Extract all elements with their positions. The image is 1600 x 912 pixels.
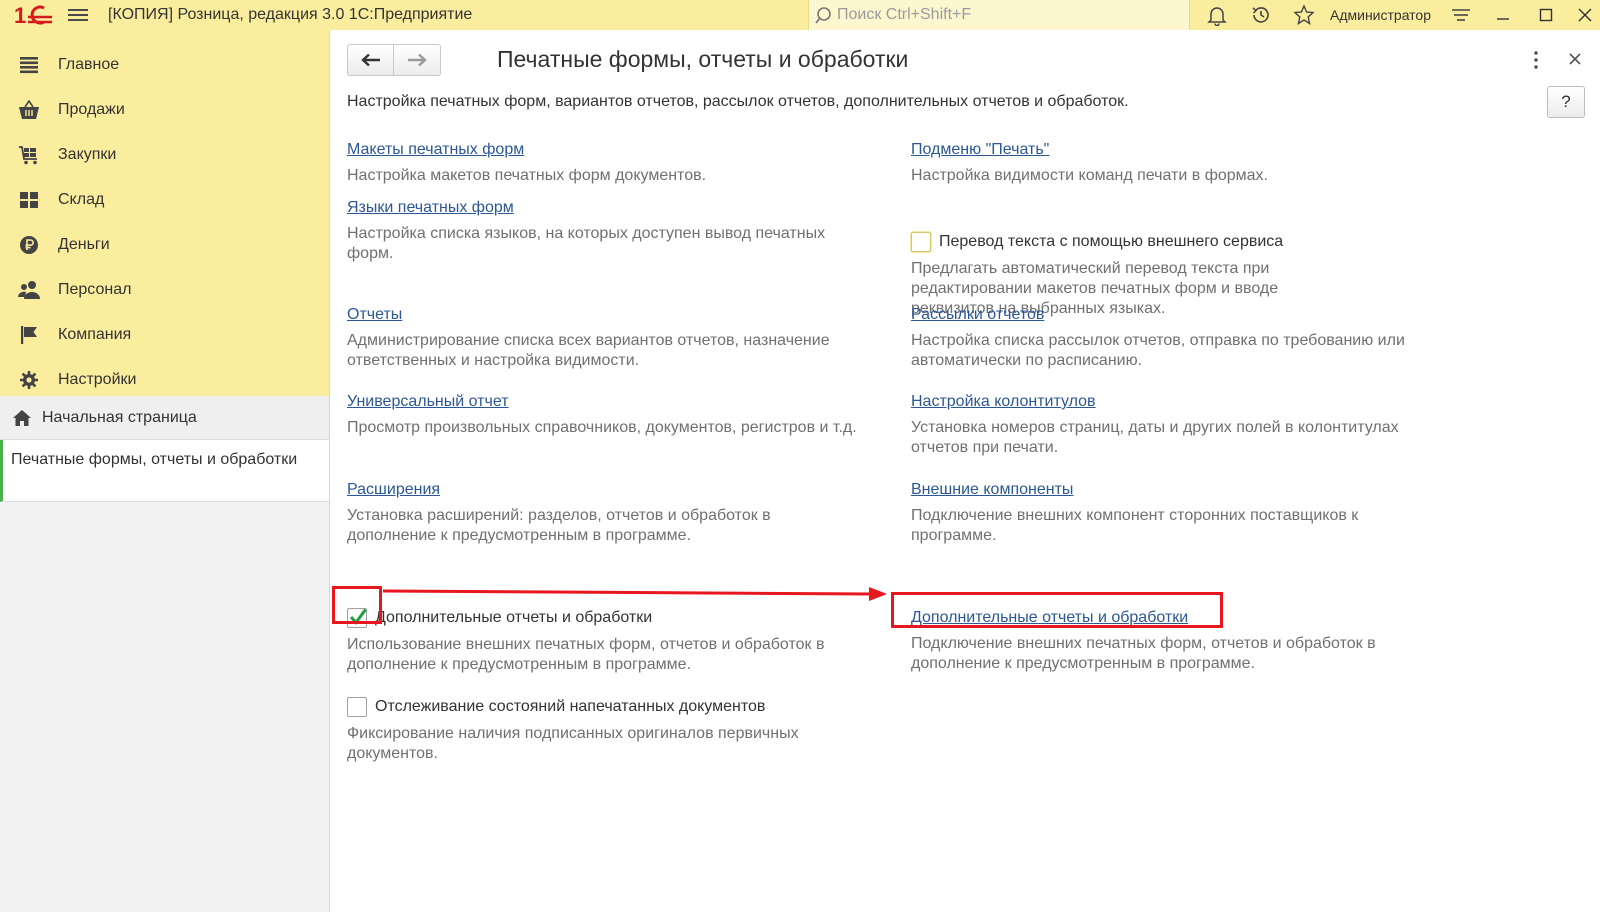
- 1c-logo-icon[interactable]: 1: [14, 3, 54, 27]
- warehouse-icon: [18, 189, 40, 211]
- sidebar: Главное Продажи Закупки Склад Деньги Пер…: [0, 30, 330, 912]
- section-money[interactable]: Деньги: [0, 222, 329, 267]
- section-main[interactable]: Главное: [0, 42, 329, 87]
- title-bar: 1 [КОПИЯ] Розница, редакция 3.0 1С:Предп…: [0, 0, 1600, 30]
- block-components: Внешние компоненты Подключение внешних к…: [911, 480, 1359, 544]
- form-area: Печатные формы, отчеты и обработки ? Нас…: [331, 30, 1600, 912]
- link-print-submenu[interactable]: Подменю "Печать": [911, 140, 1049, 160]
- tracking-checkbox[interactable]: [347, 697, 367, 717]
- history-icon[interactable]: [1250, 4, 1272, 26]
- section-company[interactable]: Компания: [0, 312, 329, 357]
- block-mailing: Рассылки отчетов Настройка списка рассыл…: [911, 305, 1405, 369]
- tracking-checkbox-row[interactable]: Отслеживание состояний напечатанных доку…: [347, 696, 827, 718]
- open-form-item[interactable]: Печатные формы, отчеты и обработки: [0, 440, 329, 502]
- gear-icon: [18, 369, 40, 391]
- menu-lines-icon: [18, 54, 40, 76]
- translation-checkbox-row[interactable]: Перевод текста с помощью внешнего сервис…: [911, 231, 1331, 253]
- user-name[interactable]: Администратор: [1330, 7, 1431, 23]
- close-form-icon[interactable]: [1565, 50, 1585, 70]
- section-warehouse[interactable]: Склад: [0, 177, 329, 222]
- ruble-icon: [18, 234, 40, 256]
- search-icon: [815, 7, 831, 24]
- cart-icon: [18, 144, 40, 166]
- link-headers-footers[interactable]: Настройка колонтитулов: [911, 392, 1096, 412]
- block-headers: Настройка колонтитулов Установка номеров…: [911, 392, 1399, 456]
- section-sales[interactable]: Продажи: [0, 87, 329, 132]
- bell-icon[interactable]: [1206, 4, 1228, 26]
- block-print-submenu: Подменю "Печать" Настройка видимости ком…: [911, 140, 1268, 184]
- help-button[interactable]: ?: [1547, 86, 1585, 118]
- link-external-components[interactable]: Внешние компоненты: [911, 480, 1073, 500]
- settings-lines-icon[interactable]: [1450, 4, 1472, 26]
- window-title: [КОПИЯ] Розница, редакция 3.0 1С:Предпри…: [108, 6, 473, 23]
- block-tracking-option: Отслеживание состояний напечатанных доку…: [347, 696, 827, 764]
- link-report-mailing[interactable]: Рассылки отчетов: [911, 305, 1044, 325]
- search-input[interactable]: [837, 4, 1177, 26]
- minimize-icon[interactable]: [1492, 4, 1514, 26]
- people-icon: [18, 279, 40, 301]
- section-purchases[interactable]: Закупки: [0, 132, 329, 177]
- star-icon[interactable]: [1293, 4, 1315, 26]
- close-window-icon[interactable]: [1574, 4, 1596, 26]
- main-menu-icon[interactable]: [68, 6, 88, 24]
- maximize-icon[interactable]: [1535, 4, 1557, 26]
- home-page-item[interactable]: Начальная страница: [0, 396, 329, 440]
- home-icon: [13, 409, 31, 426]
- search-box[interactable]: [808, 0, 1190, 30]
- more-icon[interactable]: [1529, 50, 1543, 70]
- flag-icon: [18, 324, 40, 346]
- basket-icon: [18, 99, 40, 121]
- section-staff[interactable]: Персонал: [0, 267, 329, 312]
- annotation-arrow: [382, 587, 887, 601]
- sections-panel: Главное Продажи Закупки Склад Деньги Пер…: [0, 30, 329, 396]
- annotation-link-box: [891, 592, 1223, 628]
- svg-text:1: 1: [14, 3, 26, 27]
